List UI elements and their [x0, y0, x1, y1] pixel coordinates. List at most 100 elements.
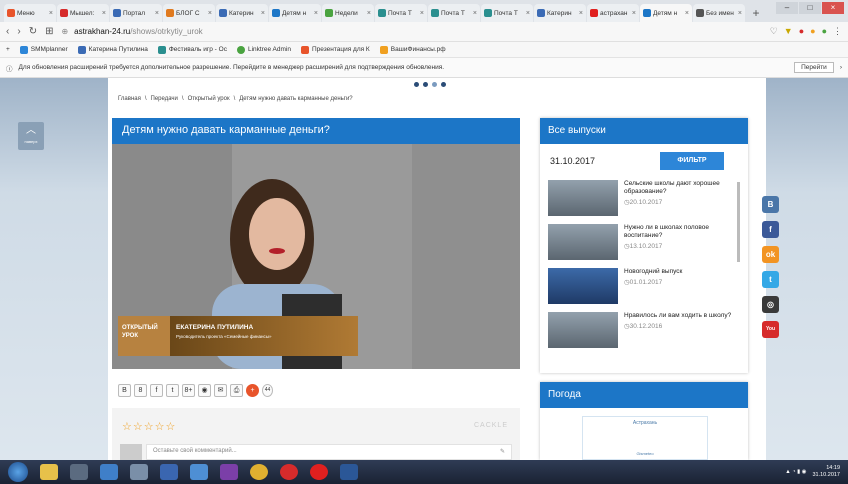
bookmarks-bar: + SMMplanner Катерина Путилина Фестиваль… [0, 42, 848, 58]
attach-icon[interactable]: ✎ [500, 448, 505, 456]
browser-tab[interactable]: БЛОГ С × [163, 4, 215, 22]
share-print-icon[interactable]: ⎙ [230, 384, 243, 397]
opera-icon[interactable] [280, 464, 298, 480]
bookmark-item[interactable]: Фестиваль игр - Ос [157, 45, 227, 54]
weather-widget[interactable]: Астрахань Gismeteo [582, 416, 708, 460]
bookmark-item[interactable]: Презентация для К [300, 45, 370, 54]
browser-tab[interactable]: Меню × [4, 4, 56, 22]
close-icon[interactable]: › [840, 64, 842, 71]
chrome-icon[interactable] [250, 464, 268, 480]
share-email-icon[interactable]: ✉ [214, 384, 227, 397]
share-lj-icon[interactable]: ◉ [198, 384, 211, 397]
app-icon[interactable] [70, 464, 88, 480]
bookmark-item[interactable]: Катерина Путилина [77, 45, 148, 54]
browser-tab[interactable]: Детям н × [269, 4, 321, 22]
bookmark-item[interactable]: ВашиФинансы.рф [379, 45, 446, 54]
app-icon[interactable] [130, 464, 148, 480]
breadcrumb-link[interactable]: Открытый урок [188, 96, 230, 102]
breadcrumb-link[interactable]: Передачи [151, 96, 178, 102]
close-icon[interactable]: × [208, 10, 212, 17]
share-twitter-icon[interactable]: t [166, 384, 179, 397]
rating-stars[interactable]: ☆☆☆☆☆ [122, 420, 176, 433]
url-field[interactable]: ⊕ astrakhan-24.ru/shows/otrkytiy_urok [61, 24, 761, 39]
share-ok-icon[interactable]: 8 [134, 384, 147, 397]
bookmark-icon[interactable]: ♡ [770, 26, 778, 37]
close-icon[interactable]: × [155, 10, 159, 17]
browser-tab[interactable]: Детям н × [640, 4, 692, 22]
browser-tab[interactable]: Катерин × [216, 4, 268, 22]
app-icon[interactable] [220, 464, 238, 480]
share-facebook-icon[interactable]: f [150, 384, 163, 397]
close-icon[interactable]: × [738, 10, 742, 17]
explorer-icon[interactable] [40, 464, 58, 480]
close-icon[interactable]: × [314, 10, 318, 17]
app-icon[interactable] [190, 464, 208, 480]
tray-icons[interactable]: ▲ ◔ ▮ ◉ [785, 469, 806, 475]
bookmark-item[interactable]: Linktree Admin [236, 45, 291, 54]
close-icon[interactable]: × [822, 2, 844, 14]
browser-tab[interactable]: астрахан × [587, 4, 639, 22]
browser-tab[interactable]: Катерин × [534, 4, 586, 22]
bookmark-item[interactable]: SMMplanner [19, 45, 68, 54]
clock[interactable]: 14:19 31.10.2017 [812, 465, 840, 479]
list-item[interactable]: Новогодний выпуск ◷01.01.2017 [548, 268, 738, 312]
share-gplus-icon[interactable]: 8+ [182, 384, 195, 397]
opera-icon[interactable] [310, 464, 328, 480]
menu-icon[interactable]: ⋮ [833, 26, 842, 37]
close-icon[interactable]: × [49, 10, 53, 17]
add-bookmark-icon[interactable]: + [6, 46, 10, 53]
browser-tab[interactable]: Без имен × [693, 4, 745, 22]
social-vk-icon[interactable]: B [762, 196, 779, 213]
app-icon[interactable] [160, 464, 178, 480]
video-player[interactable]: ОТКРЫТЫЙ УРОК ЕКАТЕРИНА ПУТИЛИНА Руковод… [112, 144, 520, 369]
share-more-icon[interactable]: + [246, 384, 259, 397]
extension-icon[interactable]: ● [799, 26, 804, 37]
maximize-icon[interactable]: □ [799, 2, 821, 14]
social-facebook-icon[interactable]: f [762, 221, 779, 238]
filter-button[interactable]: ФИЛЬТР [660, 152, 724, 170]
minimize-icon[interactable]: – [776, 2, 798, 14]
social-odnoklassniki-icon[interactable]: ok [762, 246, 779, 263]
carousel-dots[interactable] [414, 82, 446, 87]
close-icon[interactable]: × [632, 10, 636, 17]
comment-input[interactable]: Оставьте свой комментарий... ✎ [146, 444, 512, 460]
social-youtube-icon[interactable]: You [762, 321, 779, 338]
word-icon[interactable] [340, 464, 358, 480]
browser-tab[interactable]: Почта Т × [428, 4, 480, 22]
apps-icon[interactable]: ⊞ [45, 26, 53, 37]
browser-tab[interactable]: Недели × [322, 4, 374, 22]
breadcrumb-link[interactable]: Главная [118, 96, 141, 102]
close-icon[interactable]: × [579, 10, 583, 17]
close-icon[interactable]: × [473, 10, 477, 17]
infobar-go-button[interactable]: Перейти [794, 62, 834, 73]
social-twitter-icon[interactable]: t [762, 271, 779, 288]
browser-tab[interactable]: Мышел: × [57, 4, 109, 22]
app-icon[interactable] [100, 464, 118, 480]
list-item[interactable]: Нужно ли в школах половое воспитание? ◷13… [548, 224, 738, 268]
list-item[interactable]: Нравилось ли вам ходить в школу? ◷30.12.2… [548, 312, 738, 356]
social-instagram-icon[interactable]: ◎ [762, 296, 779, 313]
episodes-scrollbar[interactable] [737, 182, 740, 262]
forward-icon[interactable]: › [17, 26, 20, 37]
browser-tab[interactable]: Почта Т × [375, 4, 427, 22]
close-icon[interactable]: × [420, 10, 424, 17]
back-icon[interactable]: ‹ [6, 26, 9, 37]
close-icon[interactable]: × [261, 10, 265, 17]
list-item[interactable]: Сельские школы дают хорошее образование?… [548, 180, 738, 224]
extension-icon[interactable]: ● [810, 26, 815, 37]
date-input[interactable]: 31.10.2017 [548, 152, 648, 170]
browser-tab[interactable]: Портал × [110, 4, 162, 22]
close-icon[interactable]: × [526, 10, 530, 17]
start-button[interactable] [8, 462, 28, 482]
reload-icon[interactable]: ↻ [29, 26, 37, 37]
extension-icon[interactable]: ● [822, 26, 827, 37]
close-icon[interactable]: × [102, 10, 106, 17]
share-vk-icon[interactable]: В [118, 384, 131, 397]
close-icon[interactable]: × [367, 10, 371, 17]
browser-tab[interactable]: Почта Т × [481, 4, 533, 22]
episode-thumbnail [548, 180, 618, 216]
close-icon[interactable]: × [685, 10, 689, 17]
extension-icon[interactable]: ▼ [784, 26, 793, 37]
new-tab-button[interactable]: + [749, 6, 763, 20]
scroll-top-button[interactable]: ︿ наверх [18, 122, 44, 150]
